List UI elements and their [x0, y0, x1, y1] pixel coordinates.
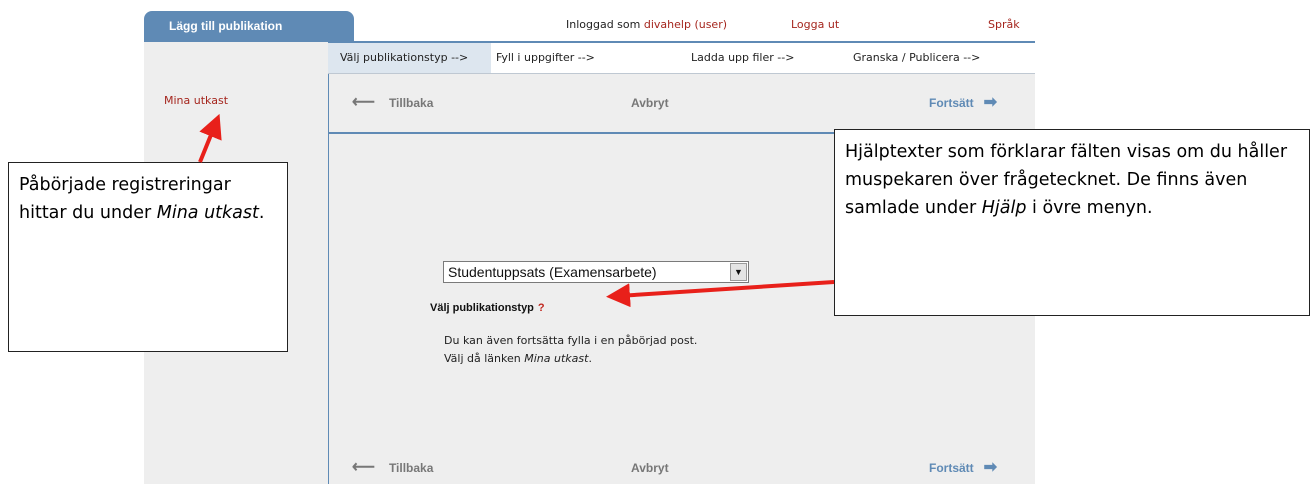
arrow-to-drafts-link — [198, 113, 222, 163]
arrow-to-help-mark — [606, 280, 835, 308]
annotation-arrows — [198, 113, 835, 308]
